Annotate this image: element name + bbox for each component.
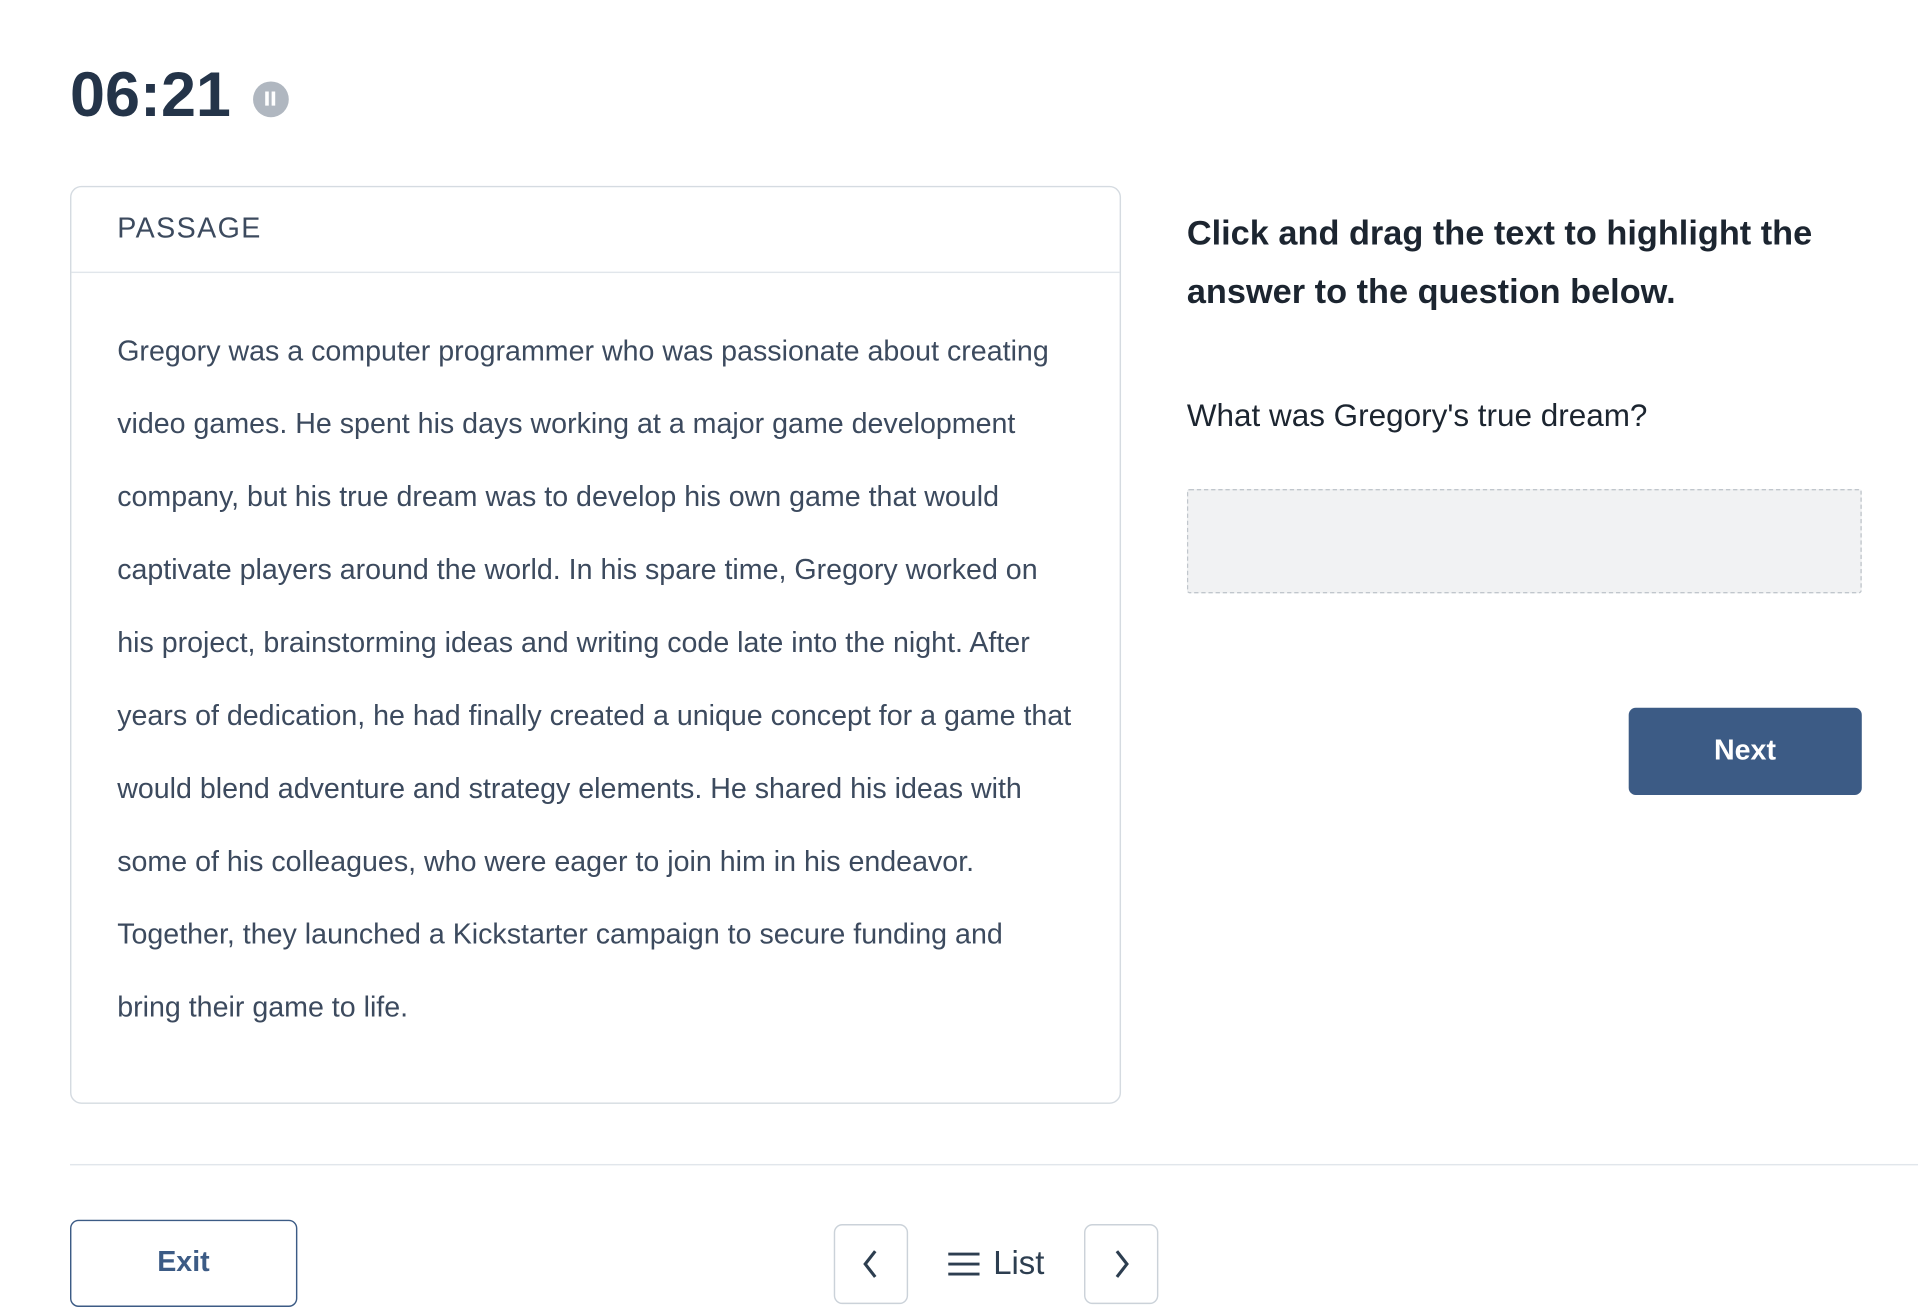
answer-drop-area[interactable]	[1187, 488, 1862, 592]
chevron-right-icon	[1110, 1248, 1133, 1279]
list-label: List	[993, 1244, 1044, 1283]
pause-button[interactable]	[252, 81, 288, 117]
footer: Exit List	[70, 1220, 1918, 1307]
timer: 06:21	[70, 60, 231, 132]
instruction-text: Click and drag the text to highlight the…	[1187, 206, 1918, 323]
next-nav-button[interactable]	[1084, 1223, 1158, 1303]
header: 06:21	[70, 60, 1918, 132]
passage-text[interactable]: Gregory was a computer programmer who wa…	[71, 273, 1119, 1102]
divider	[70, 1164, 1918, 1165]
question-text: What was Gregory's true dream?	[1187, 397, 1918, 434]
passage-label: PASSAGE	[71, 187, 1119, 273]
exit-button[interactable]: Exit	[70, 1220, 297, 1307]
pause-icon	[263, 91, 277, 105]
main-content: PASSAGE Gregory was a computer programme…	[70, 186, 1918, 1104]
passage-card: PASSAGE Gregory was a computer programme…	[70, 186, 1121, 1104]
nav-group: List	[833, 1223, 1159, 1303]
chevron-left-icon	[859, 1248, 882, 1279]
list-button[interactable]: List	[936, 1244, 1056, 1283]
list-icon	[947, 1250, 978, 1276]
next-button[interactable]: Next	[1628, 707, 1862, 794]
question-panel: Click and drag the text to highlight the…	[1187, 186, 1918, 1104]
prev-button[interactable]	[833, 1223, 907, 1303]
